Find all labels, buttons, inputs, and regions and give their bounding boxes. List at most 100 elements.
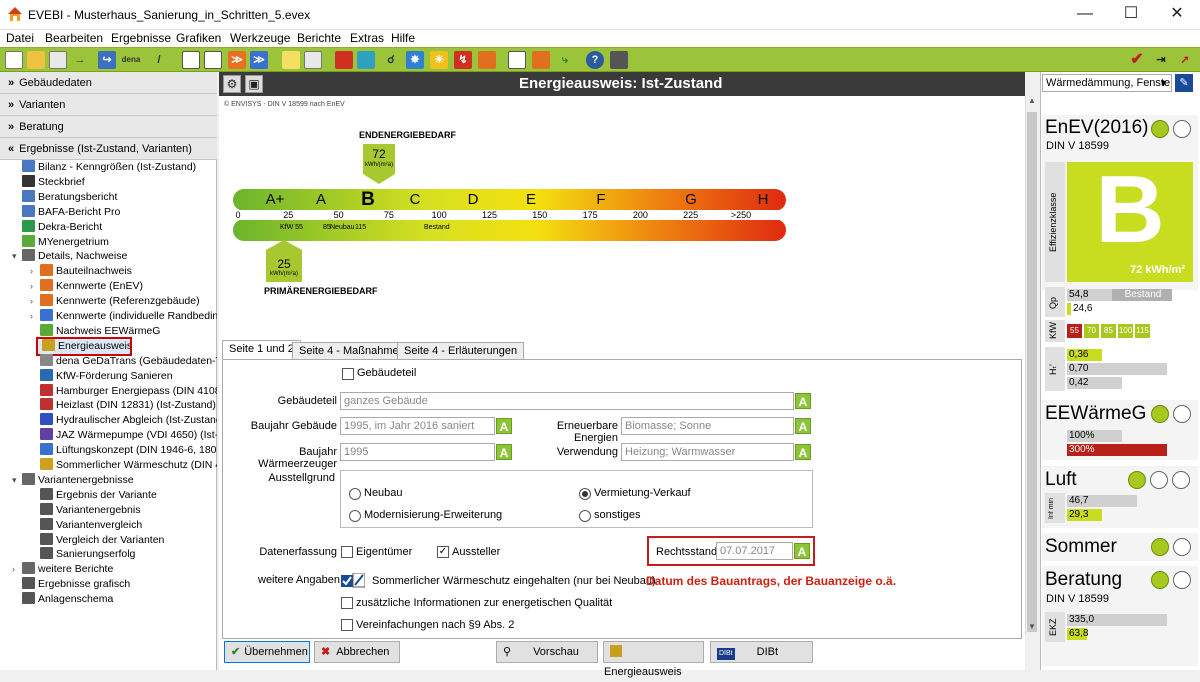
close-button[interactable]: ✕	[1154, 4, 1200, 26]
tree-item[interactable]: BAFA-Bericht Pro	[0, 204, 217, 220]
tree-item[interactable]: › Kennwerte (individuelle Randbedingungen…	[0, 309, 217, 324]
expander-icon[interactable]: ›	[30, 294, 40, 309]
tree-item[interactable]: Sommerlicher Wärmeschutz (DIN 4108-2)	[0, 458, 217, 473]
weitere-checked-icon[interactable]	[341, 572, 366, 589]
menu-extras[interactable]: Extras	[350, 31, 384, 45]
wall-icon[interactable]	[335, 51, 353, 69]
eigentuemer-checkbox[interactable]	[341, 546, 353, 558]
graph-icon[interactable]: ⤷	[556, 51, 574, 69]
tree-item[interactable]: › Kennwerte (Referenzgebäude)	[0, 294, 217, 309]
kennwerte-icon[interactable]: ≫	[228, 51, 246, 69]
a-badge-icon[interactable]: A	[496, 418, 512, 434]
tree-item[interactable]: Nachweis EEWärmeG	[0, 323, 217, 339]
a-badge-icon[interactable]: A	[795, 418, 811, 434]
sun-icon[interactable]: ☀	[430, 51, 448, 69]
expander-icon[interactable]: ›	[12, 562, 22, 577]
baujahr-waermeerzeuger-field[interactable]: 1995	[340, 443, 495, 461]
a-badge-icon[interactable]: A	[496, 444, 512, 460]
tree-item[interactable]: JAZ Wärmepumpe (VDI 4650) (Ist-Zustand)	[0, 428, 217, 443]
menu-berichte[interactable]: Berichte	[297, 31, 341, 45]
calculate-icon[interactable]: ⚙	[223, 75, 241, 93]
tree-item[interactable]: Variantenvergleich	[0, 517, 217, 533]
tree-item[interactable]: Energieausweis	[36, 336, 132, 356]
expander-icon[interactable]: ›	[30, 264, 40, 279]
a-badge-icon[interactable]: A	[795, 444, 811, 460]
chart-icon[interactable]	[532, 51, 550, 69]
radio-modernisierung[interactable]	[349, 510, 361, 522]
import-icon[interactable]: →	[71, 51, 89, 69]
a-badge-icon[interactable]: A	[794, 543, 810, 559]
table-icon[interactable]	[304, 51, 322, 69]
accordion-ergebnisse[interactable]: «Ergebnisse (Ist-Zustand, Varianten)	[0, 138, 217, 160]
tree-item[interactable]: Heizlast (DIN 12831) (Ist-Zustand)	[0, 398, 217, 413]
tree-item[interactable]: Sanierungserfolg	[0, 547, 217, 562]
tree-icon[interactable]	[282, 51, 300, 69]
dena-icon[interactable]: dena	[120, 51, 142, 69]
erneuerbare-field[interactable]: Biomasse; Sonne	[621, 417, 794, 435]
tree-item[interactable]: Anlagenschema	[0, 592, 217, 607]
gebaeudeteil-checkbox[interactable]	[342, 368, 354, 380]
opt-zusaetzlich-checkbox[interactable]	[341, 597, 353, 609]
check-icon[interactable]: ✔	[1128, 51, 1146, 69]
calculator-icon[interactable]	[610, 51, 628, 69]
tab-seite-4-erlaeuterungen[interactable]: Seite 4 - Erläuterungen	[397, 342, 525, 359]
energieausweis-button[interactable]: Energieausweis	[603, 641, 704, 678]
save-icon[interactable]: ▣	[245, 75, 263, 93]
accordion-varianten[interactable]: » Varianten	[0, 94, 217, 116]
a-badge-icon[interactable]: A	[795, 393, 811, 409]
tree-item[interactable]: Steckbrief	[0, 174, 217, 190]
expander-icon[interactable]: ▾	[12, 249, 22, 264]
lightning-icon[interactable]: ↯	[454, 51, 472, 69]
tree-item[interactable]: Ergebnis der Variante	[0, 487, 217, 503]
accordion-gebaeudedaten[interactable]: » Gebäudedaten	[0, 72, 217, 94]
tree-item[interactable]: › Kennwerte (EnEV)	[0, 279, 217, 294]
calc-icon[interactable]	[508, 51, 526, 69]
uebernehmen-button[interactable]: ✔ Übernehmen	[224, 641, 310, 663]
trend-icon[interactable]: ➚	[1176, 51, 1194, 69]
opt-vereinfachungen-checkbox[interactable]	[341, 619, 353, 631]
tab-seite-4-massnahmen[interactable]: Seite 4 - Maßnahmen	[292, 342, 412, 359]
heating-icon[interactable]	[478, 51, 496, 69]
arrow-icon[interactable]: ↪	[98, 51, 116, 69]
tree-item[interactable]: KfW-Förderung Sanieren	[0, 368, 217, 384]
tree-item[interactable]: Ergebnisse grafisch	[0, 577, 217, 592]
rechtsstand-field[interactable]: 07.07.2017	[716, 542, 793, 560]
aussteller-checkbox[interactable]: ✓	[437, 546, 449, 558]
verwendung-field[interactable]: Heizung; Warmwasser	[621, 443, 794, 461]
scroll-up-icon[interactable]: ▲	[1025, 96, 1039, 110]
expander-icon[interactable]: ▾	[12, 473, 22, 488]
search-tool-icon[interactable]: ☌	[382, 51, 400, 69]
export-icon[interactable]: ⇥	[1152, 51, 1170, 69]
menu-ergebnisse[interactable]: Ergebnisse	[111, 31, 171, 45]
variant-dropdown[interactable]: Wärmedämmung, Fenste ▼	[1042, 74, 1172, 92]
tree-item[interactable]: › Bauteilnachweis	[0, 264, 217, 279]
tree-item[interactable]: ▾ Details, Nachweise	[0, 249, 217, 264]
menu-grafiken[interactable]: Grafiken	[176, 31, 221, 45]
tree-item[interactable]: Vergleich der Varianten	[0, 532, 217, 548]
abbrechen-button[interactable]: ✖ Abbrechen	[314, 641, 400, 663]
gebaeudeteil-field[interactable]: ganzes Gebäude	[340, 392, 794, 410]
scroll-down-icon[interactable]: ▼	[1025, 622, 1039, 636]
new-file-icon[interactable]	[5, 51, 23, 69]
radio-vermietung-verkauf[interactable]	[579, 488, 591, 500]
tree-item[interactable]: Beratungsbericht	[0, 189, 217, 205]
radio-neubau[interactable]	[349, 488, 361, 500]
tree-item[interactable]: dena GeDaTrans (Gebäudedaten-Transfer)	[0, 353, 217, 369]
vorschau-button[interactable]: ⚲ Vorschau	[496, 641, 598, 663]
menu-werkzeuge[interactable]: Werkzeuge	[230, 31, 290, 45]
dibt-button[interactable]: DIBt DIBt	[710, 641, 813, 663]
tree-item[interactable]: › weitere Berichte	[0, 562, 217, 577]
help-icon[interactable]: ?	[586, 51, 604, 69]
doc-icon[interactable]	[182, 51, 200, 69]
tree-item[interactable]: MYenergetrium	[0, 234, 217, 250]
tree-item[interactable]: Dekra-Bericht	[0, 219, 217, 235]
clipboard-icon[interactable]	[49, 51, 67, 69]
scrollbar-thumb[interactable]	[1027, 112, 1037, 632]
wand-icon[interactable]: /	[150, 51, 168, 69]
radio-sonstiges[interactable]	[579, 510, 591, 522]
tree-item[interactable]: Variantenergebnis	[0, 502, 217, 518]
report-icon[interactable]	[204, 51, 222, 69]
expander-icon[interactable]: ›	[30, 309, 40, 324]
tree-item[interactable]: Bilanz - Kenngrößen (Ist-Zustand)	[0, 160, 217, 175]
baujahr-field[interactable]: 1995, im Jahr 2016 saniert	[340, 417, 495, 435]
